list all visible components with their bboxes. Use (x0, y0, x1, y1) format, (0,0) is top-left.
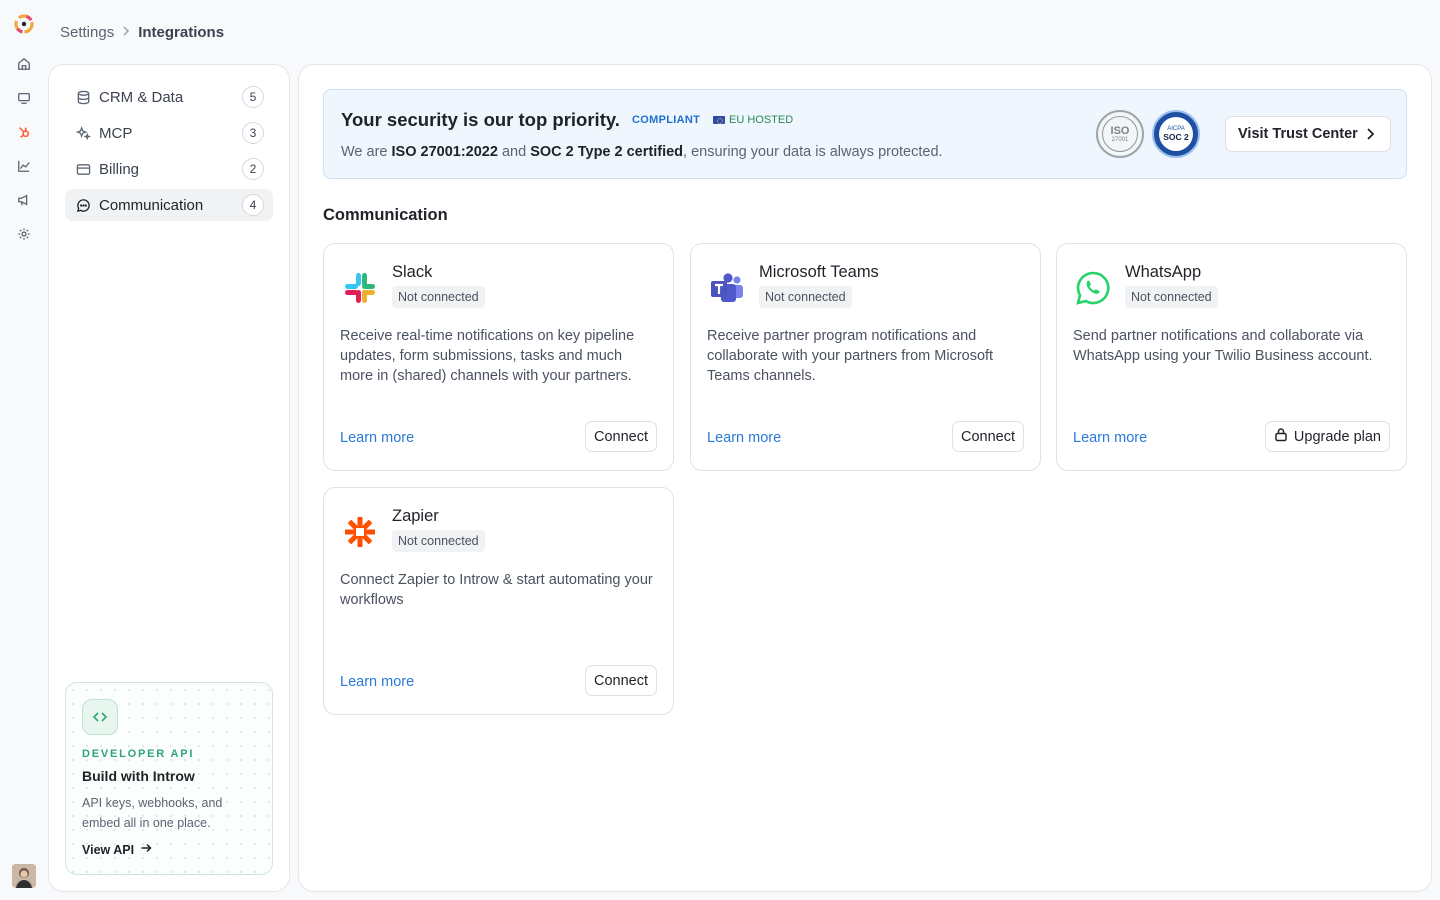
soc2-seal-text: SOC 2 (1163, 132, 1189, 142)
iso-seal-icon: ISO 27001 (1096, 110, 1144, 158)
breadcrumb-settings[interactable]: Settings (60, 24, 114, 41)
integration-name: Zapier (392, 507, 439, 525)
settings-nav: CRM & Data 5 MCP 3 Billing 2 Communicati… (48, 64, 290, 892)
breadcrumb: Settings Integrations (60, 22, 224, 42)
connect-label: Connect (960, 428, 1015, 445)
integration-card-slack: Slack Not connected Receive real-time no… (323, 243, 674, 471)
nav-item-label: MCP (99, 124, 133, 142)
soc2-seal-icon: AICPA SOC 2 (1152, 110, 1200, 158)
nav-item-communication[interactable]: Communication 4 (65, 189, 273, 221)
iso-certification: ISO 27001:2022 (391, 144, 498, 160)
database-icon (75, 89, 91, 105)
integration-card-whatsapp: WhatsApp Not connected Send partner noti… (1056, 243, 1407, 471)
trust-center-label: Visit Trust Center (1238, 126, 1358, 142)
developer-api-card: DEVELOPER API Build with Introw API keys… (65, 682, 273, 875)
arrow-right-icon (140, 842, 152, 857)
main-panel: Your security is our top priority. COMPL… (298, 64, 1432, 892)
nav-item-billing[interactable]: Billing 2 (65, 153, 273, 185)
app-logo-icon[interactable] (12, 12, 36, 36)
sparkles-icon (75, 125, 91, 141)
whatsapp-logo-icon (1073, 268, 1113, 308)
view-api-link[interactable]: View API (82, 842, 152, 857)
connect-label: Connect (593, 672, 648, 689)
integration-card-microsoft-teams: Microsoft Teams Not connected Receive pa… (690, 243, 1041, 471)
monitor-icon[interactable] (15, 89, 33, 107)
developer-api-eyebrow: DEVELOPER API (82, 748, 195, 760)
eu-flag-icon (713, 116, 725, 124)
compliant-badge: COMPLIANT (632, 114, 701, 126)
integration-description: Connect Zapier to Introw & start automat… (340, 572, 653, 608)
connect-button[interactable]: Connect (584, 665, 657, 696)
app-rail (0, 0, 48, 900)
eu-hosted-label: EU HOSTED (729, 114, 794, 126)
iso-seal-text: ISO (1110, 125, 1130, 137)
chevron-right-icon (122, 25, 130, 39)
connection-status-badge: Not connected (392, 530, 485, 552)
connect-button[interactable]: Connect (584, 421, 657, 452)
upgrade-plan-label: Upgrade plan (1293, 428, 1381, 445)
nav-item-crm-data[interactable]: CRM & Data 5 (65, 81, 273, 113)
connection-status-badge: Not connected (759, 286, 852, 308)
connection-status-badge: Not connected (1125, 286, 1218, 308)
megaphone-icon[interactable] (15, 191, 33, 209)
integration-description: Receive partner program notifications an… (707, 328, 994, 384)
hubspot-icon[interactable] (15, 123, 33, 141)
microsoft-teams-logo-icon (707, 268, 747, 308)
home-icon[interactable] (15, 55, 33, 73)
nav-item-label: Billing (99, 160, 140, 178)
nav-item-count: 2 (242, 158, 264, 180)
chat-bubble-icon (75, 197, 91, 213)
view-api-label: View API (82, 842, 135, 857)
nav-item-label: Communication (99, 196, 204, 214)
iso-seal-subtext: 27001 (1111, 137, 1129, 143)
learn-more-link[interactable]: Learn more (340, 674, 414, 690)
visit-trust-center-button[interactable]: Visit Trust Center (1225, 116, 1391, 152)
connect-button[interactable]: Connect (951, 421, 1024, 452)
security-desc-and: and (497, 144, 531, 160)
chart-icon[interactable] (15, 157, 33, 175)
learn-more-link[interactable]: Learn more (707, 430, 781, 446)
connection-status-badge: Not connected (392, 286, 485, 308)
nav-item-count: 3 (242, 122, 264, 144)
integration-card-zapier: Zapier Not connected Connect Zapier to I… (323, 487, 674, 715)
section-title: Communication (323, 206, 448, 224)
security-banner: Your security is our top priority. COMPL… (323, 89, 1407, 179)
nav-item-label: CRM & Data (99, 88, 184, 106)
chevron-right-icon (1364, 127, 1376, 145)
integration-name: WhatsApp (1125, 263, 1202, 281)
upgrade-plan-button[interactable]: Upgrade plan (1264, 421, 1390, 452)
security-desc-prefix: We are (341, 144, 392, 160)
security-description: We are ISO 27001:2022 and SOC 2 Type 2 c… (341, 144, 943, 160)
learn-more-link[interactable]: Learn more (1073, 430, 1147, 446)
nav-item-count: 5 (242, 86, 264, 108)
learn-more-link[interactable]: Learn more (340, 430, 414, 446)
eu-hosted-badge: EU HOSTED (713, 114, 793, 126)
developer-api-description: API keys, webhooks, and embed all in one… (82, 796, 223, 830)
integration-description: Send partner notifications and collabora… (1073, 328, 1373, 364)
security-title: Your security is our top priority. (341, 109, 620, 130)
connect-label: Connect (593, 428, 648, 445)
integration-description: Receive real-time notifications on key p… (340, 328, 635, 384)
nav-item-count: 4 (242, 194, 264, 216)
breadcrumb-current: Integrations (138, 23, 225, 41)
integration-name: Slack (392, 263, 433, 281)
zapier-logo-icon (340, 512, 380, 552)
code-icon (82, 699, 118, 735)
developer-api-title: Build with Introw (82, 768, 195, 784)
integration-name: Microsoft Teams (759, 263, 879, 281)
security-desc-suffix: , ensuring your data is always protected… (683, 144, 943, 160)
gear-icon[interactable] (15, 225, 33, 243)
user-avatar[interactable] (12, 864, 36, 888)
soc2-certification: SOC 2 Type 2 certified (530, 144, 684, 160)
slack-logo-icon (340, 268, 380, 308)
lock-icon (1274, 427, 1288, 446)
credit-card-icon (75, 161, 91, 177)
nav-item-mcp[interactable]: MCP 3 (65, 117, 273, 149)
